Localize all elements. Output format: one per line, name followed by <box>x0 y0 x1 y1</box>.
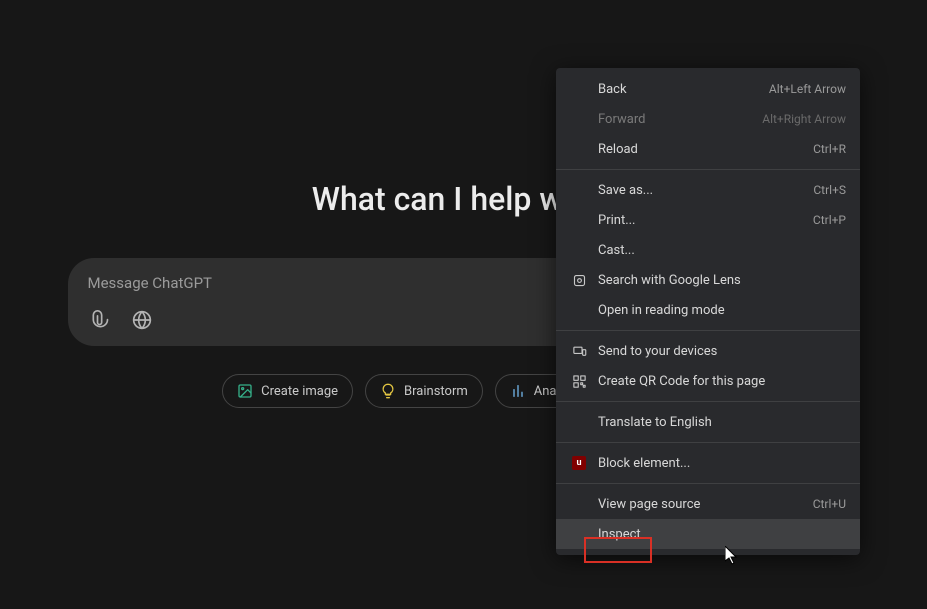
menu-item-shortcut: Ctrl+U <box>813 497 846 511</box>
menu-item-label: Open in reading mode <box>598 303 846 318</box>
menu-item-label: Save as... <box>598 183 813 198</box>
blank-icon <box>570 525 588 543</box>
blank-icon <box>570 181 588 199</box>
chart-icon <box>510 383 526 399</box>
menu-item-view-page-source[interactable]: View page sourceCtrl+U <box>556 489 860 519</box>
menu-item-print[interactable]: Print...Ctrl+P <box>556 205 860 235</box>
menu-separator <box>556 401 860 402</box>
menu-separator <box>556 442 860 443</box>
blank-icon <box>570 495 588 513</box>
menu-item-open-in-reading-mode[interactable]: Open in reading mode <box>556 295 860 325</box>
menu-separator <box>556 169 860 170</box>
blank-icon <box>570 211 588 229</box>
menu-item-forward: ForwardAlt+Right Arrow <box>556 104 860 134</box>
globe-icon[interactable] <box>128 306 156 334</box>
menu-item-label: Reload <box>598 142 813 157</box>
menu-item-label: Print... <box>598 213 813 228</box>
blank-icon <box>570 80 588 98</box>
menu-item-label: Cast... <box>598 243 846 258</box>
menu-item-label: Back <box>598 82 769 97</box>
menu-item-label: Block element... <box>598 456 846 471</box>
lens-icon <box>570 271 588 289</box>
menu-separator <box>556 483 860 484</box>
menu-item-label: Search with Google Lens <box>598 273 846 288</box>
blank-icon <box>570 110 588 128</box>
menu-item-reload[interactable]: ReloadCtrl+R <box>556 134 860 164</box>
menu-item-label: View page source <box>598 497 813 512</box>
menu-item-shortcut: Alt+Left Arrow <box>769 82 846 96</box>
menu-item-block-element[interactable]: u Block element... <box>556 448 860 478</box>
blank-icon <box>570 301 588 319</box>
blank-icon <box>570 140 588 158</box>
menu-item-label: Translate to English <box>598 415 846 430</box>
menu-item-shortcut: Alt+Right Arrow <box>762 112 846 126</box>
attach-icon[interactable] <box>86 306 114 334</box>
menu-item-shortcut: Ctrl+S <box>813 183 846 197</box>
chip-brainstorm[interactable]: Brainstorm <box>365 374 483 408</box>
menu-item-shortcut: Ctrl+P <box>813 213 846 227</box>
blank-icon <box>570 413 588 431</box>
menu-item-cast[interactable]: Cast... <box>556 235 860 265</box>
menu-item-inspect[interactable]: Inspect <box>556 519 860 549</box>
chip-create-image[interactable]: Create image <box>222 374 353 408</box>
menu-item-create-qr-code-for-this-page[interactable]: Create QR Code for this page <box>556 366 860 396</box>
chip-label: Brainstorm <box>404 384 468 399</box>
menu-item-send-to-your-devices[interactable]: Send to your devices <box>556 336 860 366</box>
menu-item-back[interactable]: BackAlt+Left Arrow <box>556 74 860 104</box>
menu-item-save-as[interactable]: Save as...Ctrl+S <box>556 175 860 205</box>
image-icon <box>237 383 253 399</box>
menu-item-shortcut: Ctrl+R <box>813 142 846 156</box>
menu-item-label: Send to your devices <box>598 344 846 359</box>
menu-item-translate-to-english[interactable]: Translate to English <box>556 407 860 437</box>
menu-item-search-with-google-lens[interactable]: Search with Google Lens <box>556 265 860 295</box>
chip-label: Create image <box>261 384 338 399</box>
qr-icon <box>570 372 588 390</box>
menu-item-label: Inspect <box>598 527 846 542</box>
bulb-icon <box>380 383 396 399</box>
menu-item-label: Create QR Code for this page <box>598 374 846 389</box>
blank-icon <box>570 241 588 259</box>
devices-icon <box>570 342 588 360</box>
context-menu[interactable]: BackAlt+Left ArrowForwardAlt+Right Arrow… <box>556 68 860 555</box>
menu-separator <box>556 330 860 331</box>
ublock-icon: u <box>570 454 588 472</box>
menu-item-label: Forward <box>598 112 762 127</box>
